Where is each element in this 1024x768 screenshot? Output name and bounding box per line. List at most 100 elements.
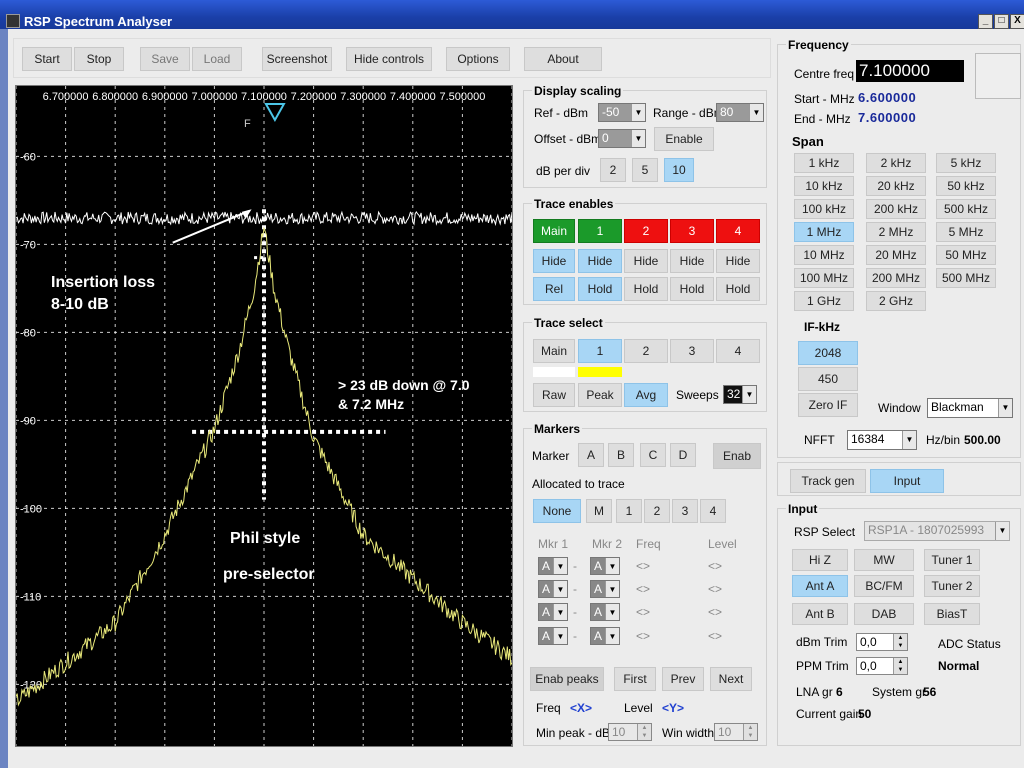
hold-1-button[interactable]: Hold (578, 277, 622, 301)
sweeps-select[interactable]: 32 ▼ (723, 385, 757, 404)
hide-2-button[interactable]: Hide (624, 249, 668, 273)
alloc-3-button[interactable]: 3 (672, 499, 698, 523)
minimize-icon[interactable]: _ (978, 14, 993, 29)
span-button[interactable]: 100 kHz (794, 199, 854, 219)
span-button[interactable]: 50 kHz (936, 176, 996, 196)
hide-4-button[interactable]: Hide (716, 249, 760, 273)
tab-input[interactable]: Input (870, 469, 944, 493)
mkr2-select-row3[interactable]: A ▼ (590, 603, 620, 621)
span-button[interactable]: 2 MHz (866, 222, 926, 242)
trace-select-1[interactable]: 1 (578, 339, 622, 363)
bc-fm-button[interactable]: BC/FM (854, 575, 914, 597)
ant-a-button[interactable]: Ant A (792, 575, 848, 597)
hide-3-button[interactable]: Hide (670, 249, 714, 273)
hold-2-button[interactable]: Hold (624, 277, 668, 301)
close-icon[interactable]: X (1010, 14, 1024, 29)
trace-select-4[interactable]: 4 (716, 339, 760, 363)
span-button[interactable]: 500 MHz (936, 268, 996, 288)
tuner1-button[interactable]: Tuner 1 (924, 549, 980, 571)
avg-button[interactable]: Avg (624, 383, 668, 407)
trace-enable-3[interactable]: 3 (670, 219, 714, 243)
span-button[interactable]: 10 MHz (794, 245, 854, 265)
span-button[interactable]: 1 kHz (794, 153, 854, 173)
about-button[interactable]: About (524, 47, 602, 71)
span-button[interactable]: 5 kHz (936, 153, 996, 173)
span-button[interactable]: 200 MHz (866, 268, 926, 288)
alloc-4-button[interactable]: 4 (700, 499, 726, 523)
marker-a-button[interactable]: A (578, 443, 604, 467)
tuner2-button[interactable]: Tuner 2 (924, 575, 980, 597)
ppm-trim-spinner[interactable]: 0,0 ▲ ▼ (856, 657, 908, 675)
mkr1-select-row3[interactable]: A ▼ (538, 603, 568, 621)
dbdiv-2-button[interactable]: 2 (600, 158, 626, 182)
enable-scaling-button[interactable]: Enable (654, 127, 714, 151)
span-button[interactable]: 10 kHz (794, 176, 854, 196)
mkr1-select-row1[interactable]: A ▼ (538, 557, 568, 575)
first-peak-button[interactable]: First (614, 667, 656, 691)
range-select[interactable]: 80 ▼ (716, 103, 764, 122)
mkr2-select-row2[interactable]: A ▼ (590, 580, 620, 598)
ant-b-button[interactable]: Ant B (792, 603, 848, 625)
trace-select-main[interactable]: Main (533, 339, 575, 363)
hide-main-button[interactable]: Hide (533, 249, 575, 273)
load-button[interactable]: Load (192, 47, 242, 71)
prev-peak-button[interactable]: Prev (662, 667, 704, 691)
dbdiv-10-button[interactable]: 10 (664, 158, 694, 182)
marker-d-button[interactable]: D (670, 443, 696, 467)
alloc-none-button[interactable]: None (533, 499, 581, 523)
marker-c-button[interactable]: C (640, 443, 666, 467)
dbm-trim-spinner[interactable]: 0,0 ▲ ▼ (856, 633, 908, 651)
centre-freq-input[interactable]: 7.100000 (856, 60, 964, 82)
window-select[interactable]: Blackman ▼ (927, 398, 1013, 418)
marker-b-button[interactable]: B (608, 443, 634, 467)
hold-3-button[interactable]: Hold (670, 277, 714, 301)
span-button[interactable]: 20 kHz (866, 176, 926, 196)
span-button[interactable]: 2 kHz (866, 153, 926, 173)
alloc-1-button[interactable]: 1 (616, 499, 642, 523)
options-button[interactable]: Options (446, 47, 510, 71)
next-peak-button[interactable]: Next (710, 667, 752, 691)
mkr2-select-row4[interactable]: A ▼ (590, 627, 620, 645)
enab-peaks-button[interactable]: Enab peaks (530, 667, 604, 691)
offset-select[interactable]: 0 ▼ (598, 129, 646, 148)
dbdiv-5-button[interactable]: 5 (632, 158, 658, 182)
span-button[interactable]: 5 MHz (936, 222, 996, 242)
marker-enab-button[interactable]: Enab (713, 443, 761, 469)
hi-z-button[interactable]: Hi Z (792, 549, 848, 571)
hold-4-button[interactable]: Hold (716, 277, 760, 301)
mkr1-select-row2[interactable]: A ▼ (538, 580, 568, 598)
span-button[interactable]: 50 MHz (936, 245, 996, 265)
trace-enable-main[interactable]: Main (533, 219, 575, 243)
if-2048-button[interactable]: 2048 (798, 341, 858, 365)
trace-enable-2[interactable]: 2 (624, 219, 668, 243)
alloc-m-button[interactable]: M (586, 499, 612, 523)
save-button[interactable]: Save (140, 47, 190, 71)
spectrum-plot[interactable]: -60 -70 -80 -90 -100 -110 -120 6.700000 6.800000… (15, 85, 513, 747)
nfft-select[interactable]: 16384 ▼ (847, 430, 917, 450)
span-button[interactable]: 500 kHz (936, 199, 996, 219)
biast-button[interactable]: BiasT (924, 603, 980, 625)
zero-if-button[interactable]: Zero IF (798, 393, 858, 417)
span-button[interactable]: 1 MHz (794, 222, 854, 242)
tab-track-gen[interactable]: Track gen (790, 469, 866, 493)
stop-button[interactable]: Stop (74, 47, 124, 71)
hide-controls-button[interactable]: Hide controls (346, 47, 432, 71)
if-450-button[interactable]: 450 (798, 367, 858, 391)
span-button[interactable]: 1 GHz (794, 291, 854, 311)
mkr2-select-row1[interactable]: A ▼ (590, 557, 620, 575)
span-button[interactable]: 20 MHz (866, 245, 926, 265)
ref-select[interactable]: -50 ▼ (598, 103, 646, 122)
peak-button[interactable]: Peak (578, 383, 622, 407)
mkr1-select-row4[interactable]: A ▼ (538, 627, 568, 645)
trace-enable-4[interactable]: 4 (716, 219, 760, 243)
min-peak-spinner[interactable]: 10 ▲ ▼ (608, 723, 652, 741)
rsp-select[interactable]: RSP1A - 1807025993 ▼ (864, 521, 1010, 541)
alloc-2-button[interactable]: 2 (644, 499, 670, 523)
trace-enable-1[interactable]: 1 (578, 219, 622, 243)
win-width-spinner[interactable]: 10 ▲ ▼ (714, 723, 758, 741)
start-button[interactable]: Start (22, 47, 72, 71)
trace-select-3[interactable]: 3 (670, 339, 714, 363)
hide-1-button[interactable]: Hide (578, 249, 622, 273)
span-button[interactable]: 2 GHz (866, 291, 926, 311)
dab-button[interactable]: DAB (854, 603, 914, 625)
